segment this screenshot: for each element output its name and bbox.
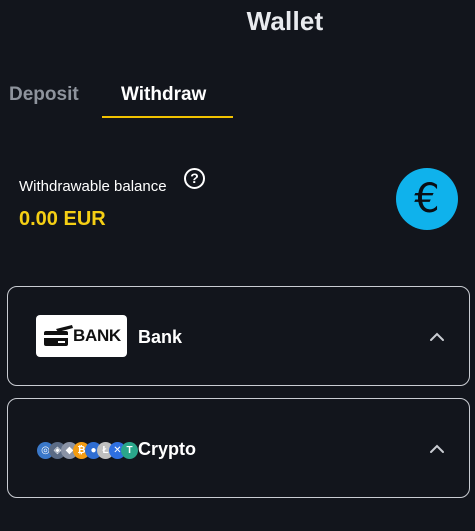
coin-icon: T — [121, 442, 138, 459]
page-title: Wallet — [246, 6, 324, 36]
tab-withdraw[interactable]: Withdraw — [121, 84, 206, 106]
active-tab-indicator — [102, 116, 233, 118]
balance-label: Withdrawable balance — [19, 178, 167, 195]
method-bank-label: Bank — [138, 327, 183, 347]
crypto-coins-icon: ◎ ◈ ◆ ₿ ● Ł ✕ T — [37, 442, 138, 460]
bank-logo: BANK — [36, 315, 127, 357]
method-crypto[interactable]: ◎ ◈ ◆ ₿ ● Ł ✕ T Crypto — [7, 398, 470, 498]
method-crypto-label: Crypto — [138, 439, 196, 459]
chevron-up-icon[interactable] — [429, 329, 445, 345]
bank-logo-text: BANK — [73, 326, 121, 345]
tab-bar: Deposit Withdraw — [0, 84, 475, 124]
method-bank[interactable]: BANK Bank — [7, 286, 470, 386]
euro-icon: € — [396, 168, 458, 230]
tab-deposit[interactable]: Deposit — [9, 84, 79, 106]
balance-amount: 0.00 EUR — [19, 208, 106, 230]
question-circle-icon[interactable]: ? — [184, 168, 205, 189]
chevron-up-icon[interactable] — [429, 441, 445, 457]
bank-card-icon — [44, 325, 73, 346]
